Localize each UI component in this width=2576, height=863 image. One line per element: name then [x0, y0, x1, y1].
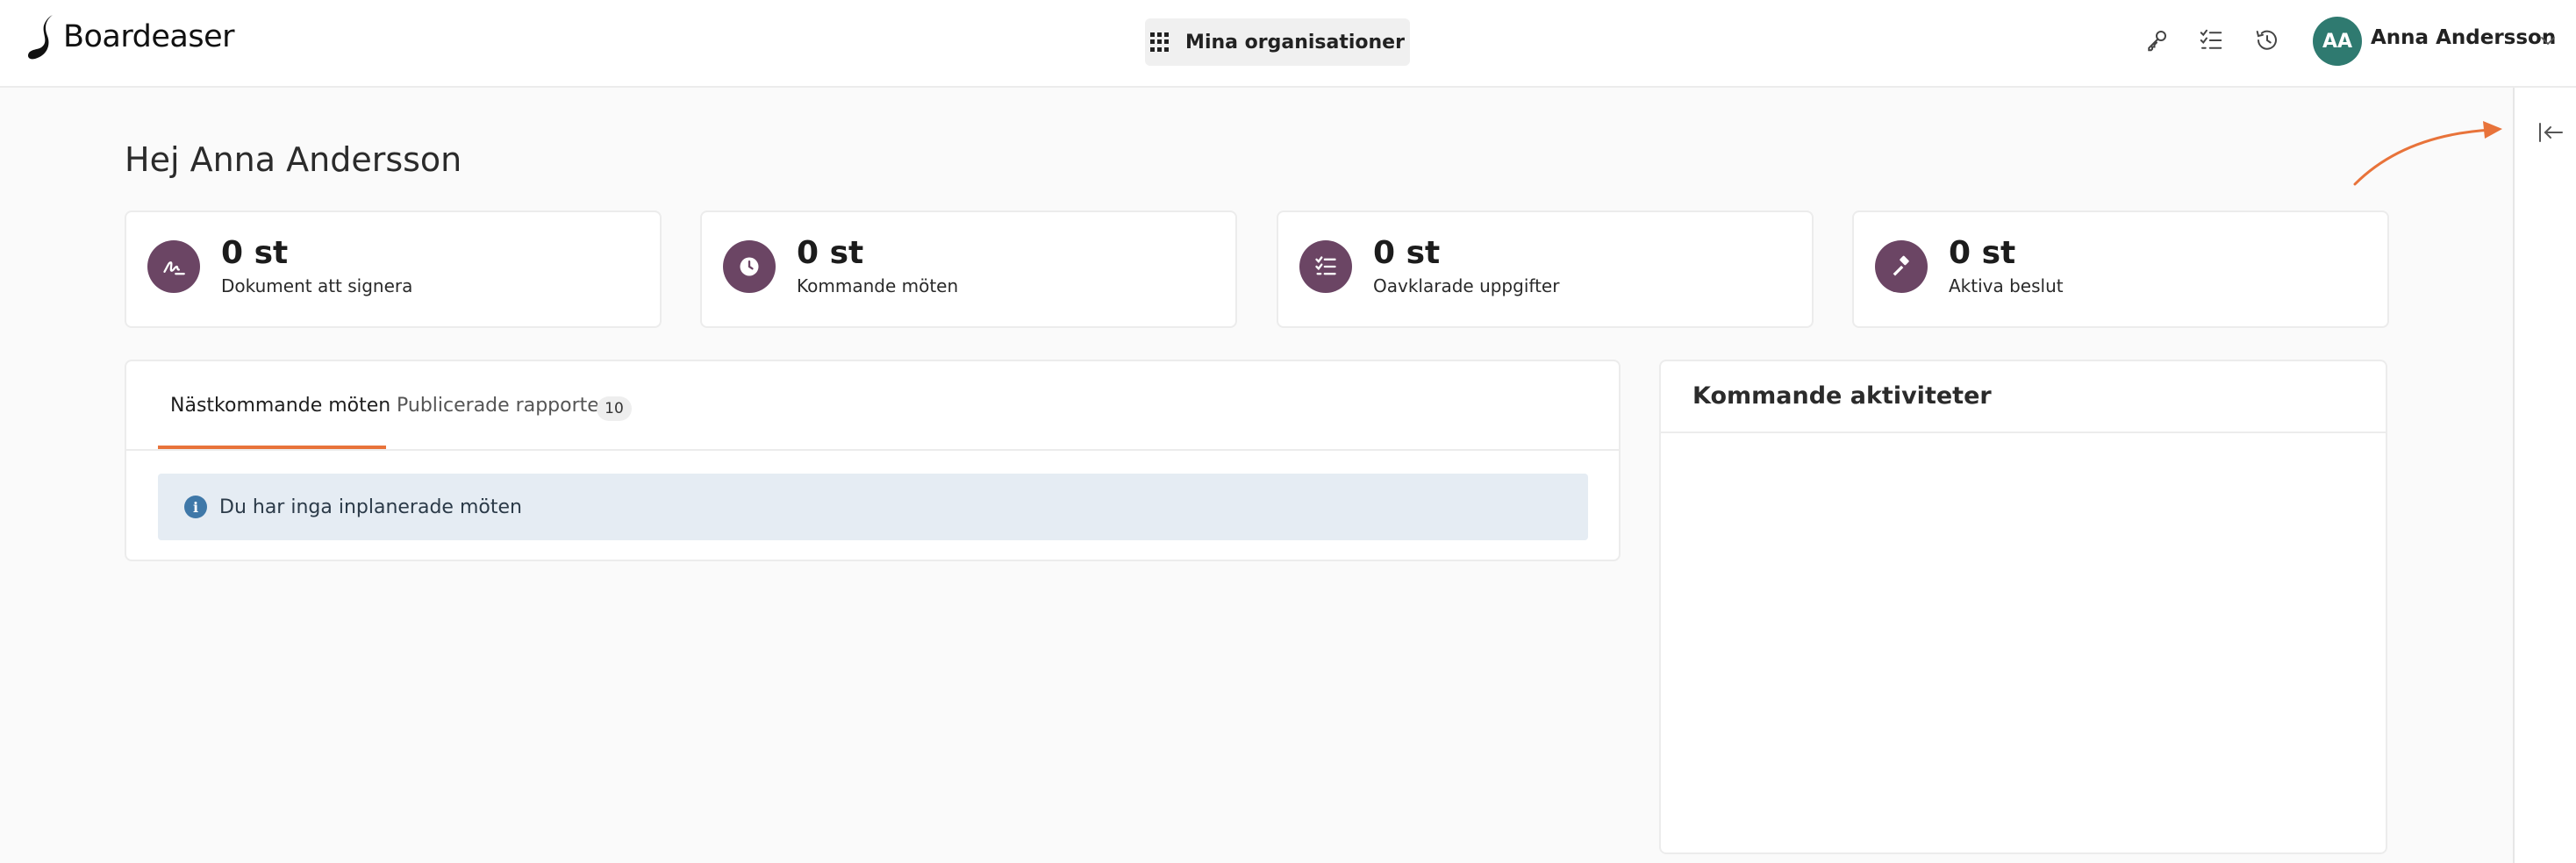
tab-divider	[126, 449, 1619, 451]
stat-value: 0 st	[221, 235, 289, 271]
boardeaser-logo-icon	[28, 15, 53, 60]
logo-text: Boardeaser	[63, 19, 235, 54]
checklist-icon	[1299, 240, 1352, 293]
logo[interactable]: Boardeaser	[26, 12, 235, 61]
upcoming-activities-panel: Kommande aktiviteter	[1659, 360, 2387, 854]
stat-label: Dokument att signera	[221, 275, 413, 296]
tab-published-reports[interactable]: Publicerade rapporter	[397, 395, 607, 417]
stat-value: 0 st	[797, 235, 864, 271]
signature-icon	[147, 240, 200, 293]
grid-icon	[1150, 32, 1170, 52]
user-name[interactable]: Anna Andersson	[2371, 26, 2556, 49]
stat-card-documents-to-sign[interactable]: 0 st Dokument att signera	[125, 210, 662, 328]
tasks-icon[interactable]	[2195, 25, 2227, 56]
history-icon[interactable]	[2251, 25, 2283, 56]
collapse-panel-icon[interactable]	[2536, 119, 2565, 146]
stat-label: Aktiva beslut	[1949, 275, 2064, 296]
annotation-arrow	[2353, 121, 2502, 186]
my-organisations-button[interactable]: Mina organisationer	[1145, 18, 1410, 66]
alert-message: Du har inga inplanerade möten	[219, 496, 522, 518]
gavel-icon	[1875, 240, 1928, 293]
key-icon[interactable]	[2141, 25, 2172, 56]
no-meetings-alert: i Du har inga inplanerade möten	[158, 474, 1588, 540]
chevron-down-icon[interactable]	[2537, 30, 2558, 51]
stat-value: 0 st	[1373, 235, 1441, 271]
meetings-panel: Nästkommande möten Publicerade rapporter…	[125, 360, 1621, 561]
reports-count-badge: 10	[597, 396, 632, 421]
clock-icon	[723, 240, 776, 293]
activities-divider	[1661, 432, 2386, 433]
my-organisations-label: Mina organisationer	[1185, 31, 1405, 53]
stat-label: Oavklarade uppgifter	[1373, 275, 1560, 296]
avatar[interactable]: AA	[2313, 17, 2362, 66]
page-title: Hej Anna Andersson	[125, 140, 462, 179]
stat-card-active-decisions[interactable]: 0 st Aktiva beslut	[1852, 210, 2389, 328]
right-side-rail	[2513, 88, 2576, 863]
stat-card-upcoming-meetings[interactable]: 0 st Kommande möten	[700, 210, 1237, 328]
info-icon: i	[184, 496, 207, 518]
tab-upcoming-meetings[interactable]: Nästkommande möten	[170, 395, 390, 417]
top-header: Boardeaser Mina organisationer AA Anna A…	[0, 0, 2576, 88]
stat-value: 0 st	[1949, 235, 2016, 271]
stat-label: Kommande möten	[797, 275, 959, 296]
activities-title: Kommande aktiviteter	[1692, 382, 1992, 410]
stat-card-open-tasks[interactable]: 0 st Oavklarade uppgifter	[1277, 210, 1814, 328]
